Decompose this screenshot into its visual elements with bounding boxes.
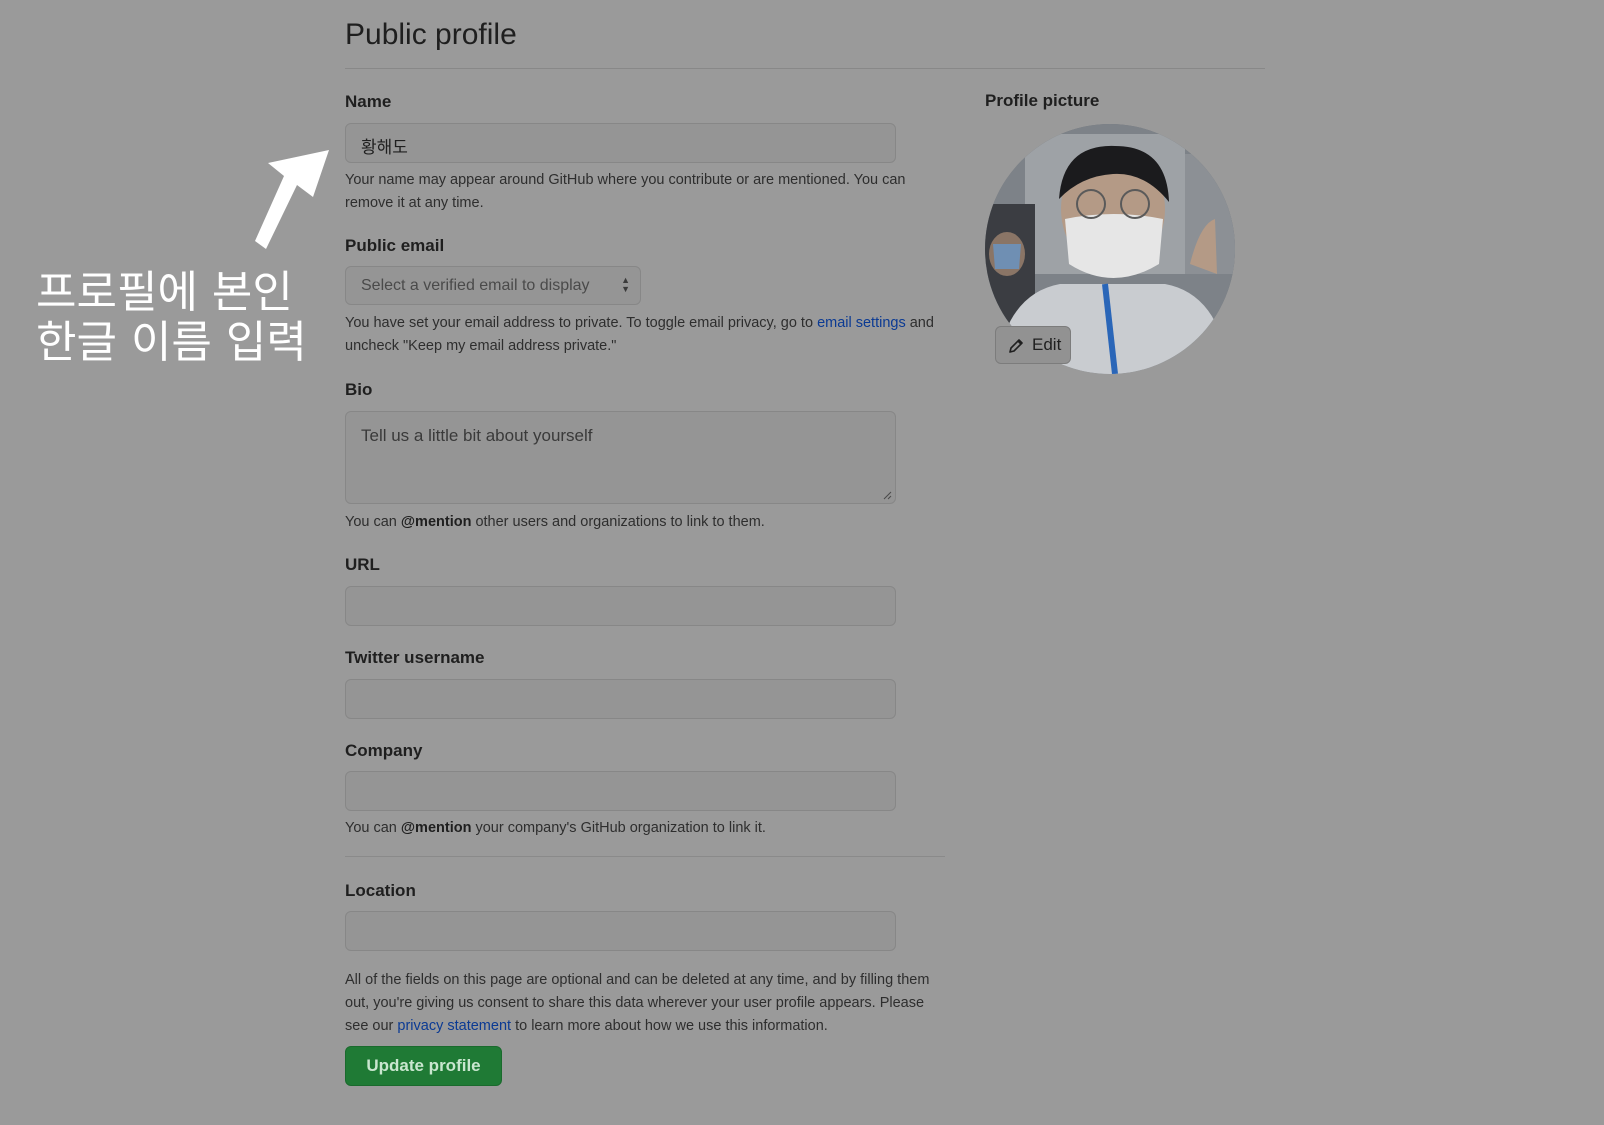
page-title: Public profile — [345, 18, 517, 51]
name-input-value: 황해도 — [361, 138, 408, 157]
annotation-line-1: 프로필에 본인 — [36, 267, 293, 318]
company-help-mention: @mention — [400, 820, 472, 836]
location-label: Location — [345, 881, 416, 900]
public-email-help-prefix: You have set your email address to priva… — [345, 315, 818, 331]
name-input[interactable]: 황해도 — [345, 123, 896, 163]
public-email-label: Public email — [345, 236, 445, 255]
annotation-text: 프로필에 본인 한글 이름 입력 — [36, 268, 326, 368]
url-label: URL — [345, 555, 380, 574]
location-input[interactable] — [345, 911, 896, 951]
edit-avatar-label: Edit — [1032, 335, 1062, 354]
public-email-help: You have set your email address to priva… — [345, 312, 945, 358]
update-profile-button[interactable]: Update profile — [345, 1046, 502, 1086]
privacy-statement-link[interactable]: privacy statement — [397, 1018, 511, 1034]
bio-help: You can @mention other users and organiz… — [345, 511, 765, 534]
name-help: Your name may appear around GitHub where… — [345, 172, 906, 211]
privacy-notice: All of the fields on this page are optio… — [345, 969, 935, 1038]
url-input[interactable] — [345, 586, 896, 626]
bio-textarea[interactable]: Tell us a little bit about yourself — [345, 411, 896, 504]
company-help-suffix: your company's GitHub organization to li… — [471, 820, 766, 836]
email-settings-link[interactable]: email settings — [817, 315, 906, 331]
company-input[interactable] — [345, 771, 896, 811]
select-arrows-icon: ▲ ▼ — [621, 275, 630, 294]
title-divider — [345, 68, 1265, 69]
company-help: You can @mention your company's GitHub o… — [345, 817, 766, 840]
annotation-line-2: 한글 이름 입력 — [36, 317, 307, 368]
twitter-input[interactable] — [345, 679, 896, 719]
profile-picture-label: Profile picture — [985, 91, 1100, 110]
bio-placeholder: Tell us a little bit about yourself — [361, 426, 593, 445]
resize-grip-icon[interactable] — [882, 490, 892, 500]
public-email-select[interactable]: Select a verified email to display ▲ ▼ — [345, 266, 641, 305]
bio-label: Bio — [345, 380, 373, 399]
bio-help-mention: @mention — [400, 514, 472, 530]
name-label: Name — [345, 92, 392, 111]
twitter-label: Twitter username — [345, 648, 485, 667]
public-email-selected: Select a verified email to display — [361, 277, 590, 294]
company-help-prefix: You can — [345, 820, 401, 836]
bio-help-prefix: You can — [345, 514, 401, 530]
company-label: Company — [345, 741, 423, 760]
privacy-notice-suffix: to learn more about how we use this info… — [511, 1018, 828, 1034]
pencil-icon — [1009, 339, 1023, 353]
annotation-arrow-icon — [255, 150, 329, 249]
bio-help-suffix: other users and organizations to link to… — [471, 514, 765, 530]
edit-avatar-button[interactable]: Edit — [995, 326, 1071, 364]
section-divider — [345, 856, 945, 857]
